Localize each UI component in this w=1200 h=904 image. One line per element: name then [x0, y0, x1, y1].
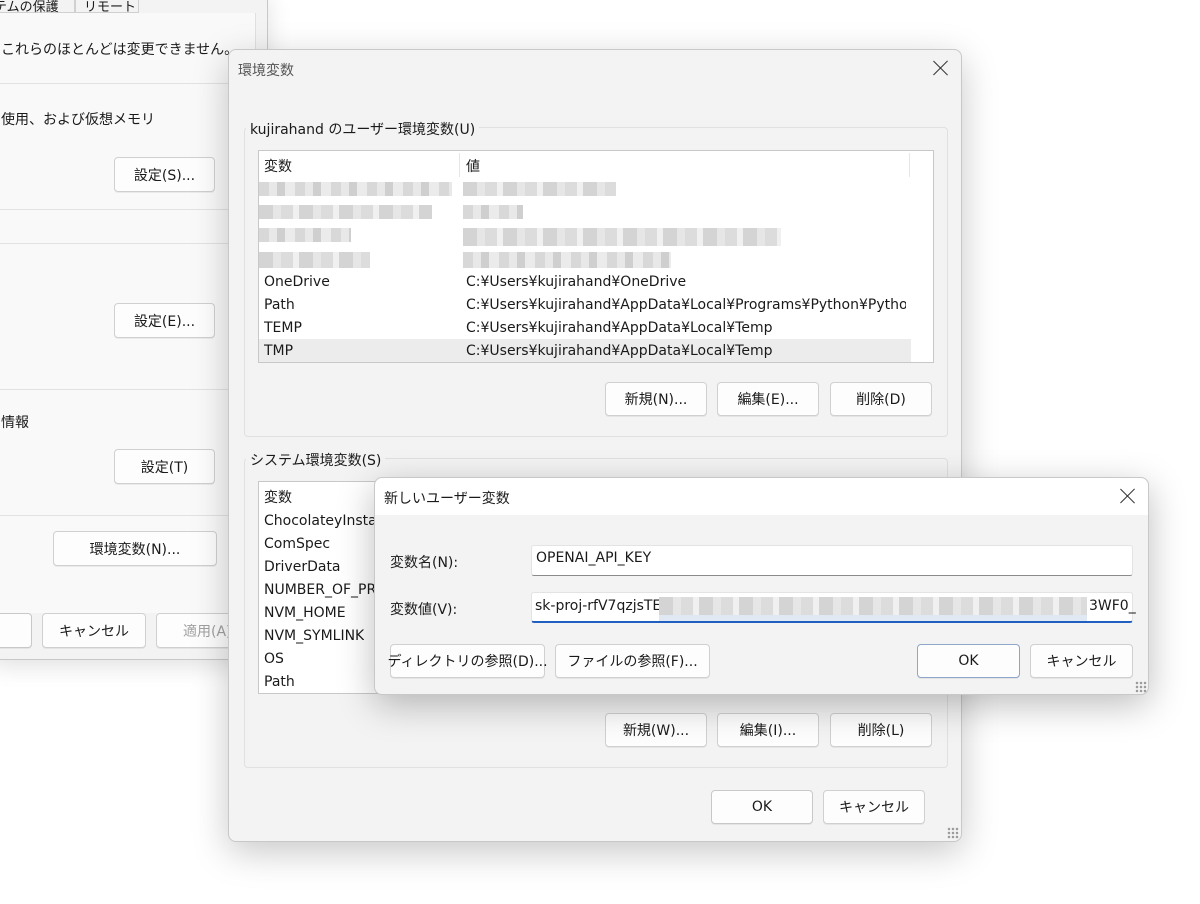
list-row-value-selected[interactable]: C:¥Users¥kujirahand¥AppData¥Local¥Temp: [466, 343, 772, 359]
divider: [0, 83, 255, 84]
variable-name-input[interactable]: OPENAI_API_KEY: [531, 545, 1133, 576]
user-variables-label: kujirahand のユーザー環境変数(U): [246, 119, 480, 139]
redacted-row-name: [259, 205, 432, 219]
list-row-name-selected[interactable]: TMP: [264, 343, 293, 359]
resize-grip-icon[interactable]: [1135, 681, 1147, 693]
redacted-row-value: [463, 252, 671, 268]
system-variables-label: システム環境変数(S): [246, 450, 386, 470]
column-header-variable[interactable]: 変数: [264, 487, 292, 507]
system-edit-button[interactable]: 編集(I)...: [717, 713, 819, 747]
column-divider: [459, 153, 460, 177]
list-row-name[interactable]: NVM_HOME: [264, 605, 346, 621]
value-suffix: 3WF0_: [1089, 598, 1136, 614]
dialog-title: 環境変数: [238, 63, 294, 79]
list-row-name[interactable]: NVM_SYMLINK: [264, 628, 364, 644]
divider: [0, 515, 255, 516]
list-row-name[interactable]: ChocolateyInstal: [264, 513, 381, 529]
redacted-row-value: [463, 182, 616, 196]
browse-directory-button[interactable]: ディレクトリの参照(D)...: [387, 644, 548, 678]
dialog-title: 新しいユーザー変数: [384, 491, 510, 507]
list-row-name[interactable]: NUMBER_OF_PR: [264, 582, 376, 598]
close-icon[interactable]: [1120, 488, 1136, 504]
redacted-row-value: [463, 205, 523, 219]
variable-value-label: 変数値(V):: [390, 602, 458, 618]
system-new-button[interactable]: 新規(W)...: [605, 713, 707, 747]
redacted-secret: [659, 597, 1087, 615]
environment-variables-button[interactable]: 環境変数(N)...: [53, 531, 217, 566]
ok-button[interactable]: [0, 613, 32, 648]
environment-variables-dialog: 環境変数 kujirahand のユーザー環境変数(U) 変数 値 OneDri…: [228, 49, 962, 842]
column-header-value[interactable]: 値: [466, 156, 480, 176]
ok-button[interactable]: OK: [711, 790, 813, 824]
startup-settings-button[interactable]: 設定(T): [114, 449, 215, 484]
divider: [0, 389, 255, 390]
column-divider: [909, 153, 910, 177]
user-new-button[interactable]: 新規(N)...: [605, 382, 707, 416]
divider: [0, 243, 255, 244]
resize-grip-icon[interactable]: [947, 827, 959, 839]
redacted-row-name: [259, 252, 370, 268]
close-icon[interactable]: [933, 60, 949, 76]
redacted-row-value: [463, 228, 781, 246]
list-row-value[interactable]: C:¥Users¥kujirahand¥AppData¥Local¥Temp: [466, 320, 772, 336]
list-row-value[interactable]: C:¥Users¥kujirahand¥AppData¥Local¥Progra…: [466, 297, 906, 313]
cancel-button[interactable]: キャンセル: [823, 790, 925, 824]
list-row-name[interactable]: Path: [264, 297, 295, 313]
text-selection-highlight: [659, 615, 1087, 621]
cancel-button[interactable]: キャンセル: [1030, 644, 1133, 678]
new-user-variable-dialog: 新しいユーザー変数 変数名(N): OPENAI_API_KEY 変数値(V):…: [374, 477, 1149, 695]
redacted-row-name: [259, 228, 351, 242]
tab-system-protection[interactable]: テムの保護: [0, 0, 75, 15]
user-delete-button[interactable]: 削除(D): [830, 382, 932, 416]
variable-value-input[interactable]: sk-proj-rfV7qzjsTE 3WF0_: [531, 592, 1136, 623]
variable-name-label: 変数名(N):: [390, 555, 459, 571]
browse-file-button[interactable]: ファイルの参照(F)...: [555, 644, 710, 678]
list-row-name[interactable]: ComSpec: [264, 536, 330, 552]
performance-settings-button[interactable]: 設定(S)...: [114, 157, 215, 192]
list-row-name[interactable]: Path: [264, 674, 295, 690]
divider: [0, 209, 255, 210]
notice-text: これらのほとんどは変更できません。: [1, 42, 239, 58]
system-delete-button[interactable]: 削除(L): [830, 713, 932, 747]
column-header-variable[interactable]: 変数: [264, 156, 292, 176]
ok-button[interactable]: OK: [917, 644, 1020, 678]
value-prefix: sk-proj-rfV7qzjsTE: [535, 598, 662, 614]
list-row-name[interactable]: OneDrive: [264, 274, 330, 290]
redacted-row-name: [259, 182, 452, 196]
list-row-name[interactable]: DriverData: [264, 559, 341, 575]
cancel-button[interactable]: キャンセル: [42, 613, 146, 648]
list-row-name[interactable]: OS: [264, 651, 284, 667]
user-edit-button[interactable]: 編集(E)...: [717, 382, 819, 416]
list-row-value[interactable]: C:¥Users¥kujirahand¥OneDrive: [466, 274, 686, 290]
user-profile-settings-button[interactable]: 設定(E)...: [114, 303, 215, 338]
tab-remote[interactable]: リモート: [75, 0, 139, 15]
performance-text: 使用、および仮想メモリ: [1, 112, 155, 128]
startup-info-text: 情報: [1, 415, 29, 431]
list-row-name[interactable]: TEMP: [264, 320, 302, 336]
user-variables-list[interactable]: 変数 値 OneDrive C:¥Users¥kujirahand¥OneDri…: [258, 150, 934, 363]
